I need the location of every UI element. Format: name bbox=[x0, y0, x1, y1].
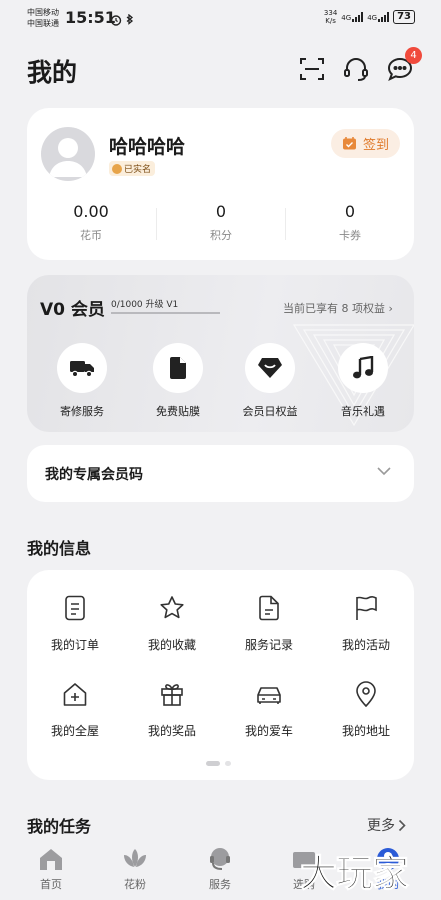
profile-card: 哈哈哈哈 已实名 签到 0.00 花币 0 积分 0 卡券 bbox=[27, 108, 414, 260]
music-icon bbox=[338, 343, 388, 393]
username[interactable]: 哈哈哈哈 bbox=[109, 132, 185, 159]
clock: 15:51 bbox=[65, 8, 116, 27]
stat-points[interactable]: 0 积分 bbox=[173, 202, 269, 243]
home-icon bbox=[21, 846, 81, 872]
flag-icon bbox=[318, 594, 414, 622]
info-item-activities[interactable]: 我的活动 bbox=[318, 594, 414, 653]
avatar[interactable] bbox=[41, 127, 95, 181]
info-item-prizes[interactable]: 我的奖品 bbox=[124, 680, 220, 739]
member-day-icon bbox=[245, 343, 295, 393]
section-title-my-info: 我的信息 bbox=[27, 539, 92, 558]
carrier-1: 中国移动 bbox=[27, 8, 59, 17]
info-item-orders[interactable]: 我的订单 bbox=[27, 594, 123, 653]
info-item-whole-house[interactable]: 我的全屋 bbox=[27, 680, 123, 739]
divider bbox=[285, 208, 286, 240]
scan-icon[interactable] bbox=[298, 55, 326, 83]
member-benefits-link[interactable]: 当前已享有 8 项权益 › bbox=[283, 300, 393, 316]
star-icon bbox=[124, 594, 220, 622]
stat-flower-coins[interactable]: 0.00 花币 bbox=[43, 202, 139, 243]
car-icon bbox=[221, 680, 317, 708]
member-progress-text: 0/1000 升级 V1 bbox=[111, 300, 179, 310]
member-progress-bar bbox=[111, 312, 220, 314]
house-icon bbox=[27, 680, 123, 708]
lotus-icon bbox=[105, 846, 165, 872]
phone-film-icon bbox=[153, 343, 203, 393]
headset-icon[interactable] bbox=[342, 55, 370, 83]
gift-icon bbox=[124, 680, 220, 708]
message-badge: 4 bbox=[405, 47, 422, 64]
member-item-music[interactable]: 音乐礼遇 bbox=[323, 343, 403, 419]
alarm-icon bbox=[110, 15, 122, 26]
verified-icon bbox=[112, 163, 122, 174]
tab-home[interactable]: 首页 bbox=[21, 846, 81, 892]
info-item-car[interactable]: 我的爱车 bbox=[221, 680, 317, 739]
chevron-right-icon bbox=[398, 819, 406, 831]
page-title: 我的 bbox=[27, 58, 78, 87]
member-code-row[interactable]: 我的专属会员码 bbox=[27, 445, 414, 502]
order-icon bbox=[27, 594, 123, 622]
member-item-repair[interactable]: 寄修服务 bbox=[42, 343, 122, 419]
bluetooth-icon bbox=[126, 13, 134, 25]
record-icon bbox=[221, 594, 317, 622]
verified-badge: 已实名 bbox=[109, 161, 156, 176]
info-item-address[interactable]: 我的地址 bbox=[318, 680, 414, 739]
carrier-names: 中国移动 中国联通 bbox=[27, 7, 59, 29]
divider bbox=[156, 208, 157, 240]
net-speed: 334 K/s bbox=[323, 9, 338, 25]
calendar-icon bbox=[342, 137, 356, 150]
signal-sim2-icon: 4G bbox=[367, 12, 390, 22]
checkin-button[interactable]: 签到 bbox=[331, 129, 400, 158]
info-item-favorites[interactable]: 我的收藏 bbox=[124, 594, 220, 653]
member-level-title: V0 会员 bbox=[40, 300, 105, 320]
member-item-film[interactable]: 免费贴膜 bbox=[138, 343, 218, 419]
status-icons bbox=[110, 11, 136, 30]
chevron-down-icon bbox=[377, 467, 391, 476]
chevron-right-icon: › bbox=[388, 302, 393, 315]
tasks-more-link[interactable]: 更多 bbox=[367, 815, 406, 835]
status-right: 334 K/s 4G 4G 73 bbox=[324, 9, 415, 25]
page-dot-active bbox=[206, 761, 220, 766]
tab-service[interactable]: 服务 bbox=[190, 846, 250, 892]
truck-icon bbox=[57, 343, 107, 393]
carrier-2: 中国联通 bbox=[27, 19, 59, 28]
status-bar: 中国移动 中国联通 15:51 334 K/s 4G 4G 73 bbox=[0, 0, 441, 36]
battery-indicator: 73 bbox=[393, 10, 415, 24]
member-code-title: 我的专属会员码 bbox=[45, 467, 143, 483]
info-item-service-records[interactable]: 服务记录 bbox=[221, 594, 317, 653]
watermark-logo: 大玩家 bbox=[300, 852, 410, 896]
stat-coupons[interactable]: 0 卡券 bbox=[302, 202, 398, 243]
page-indicator bbox=[206, 761, 231, 766]
my-info-card: 我的订单 我的收藏 服务记录 我的活动 我的全屋 我的奖品 我的爱车 我的地址 bbox=[27, 570, 414, 780]
member-item-day[interactable]: 会员日权益 bbox=[230, 343, 310, 419]
tab-fans[interactable]: 花粉 bbox=[105, 846, 165, 892]
signal-sim1-icon: 4G bbox=[341, 12, 364, 22]
service-icon bbox=[190, 846, 250, 872]
section-title-my-tasks: 我的任务 bbox=[27, 817, 92, 836]
page-dot bbox=[225, 761, 231, 766]
member-card[interactable]: V0 会员 0/1000 升级 V1 当前已享有 8 项权益 › 寄修服务 免费… bbox=[27, 275, 414, 432]
location-icon bbox=[318, 680, 414, 708]
